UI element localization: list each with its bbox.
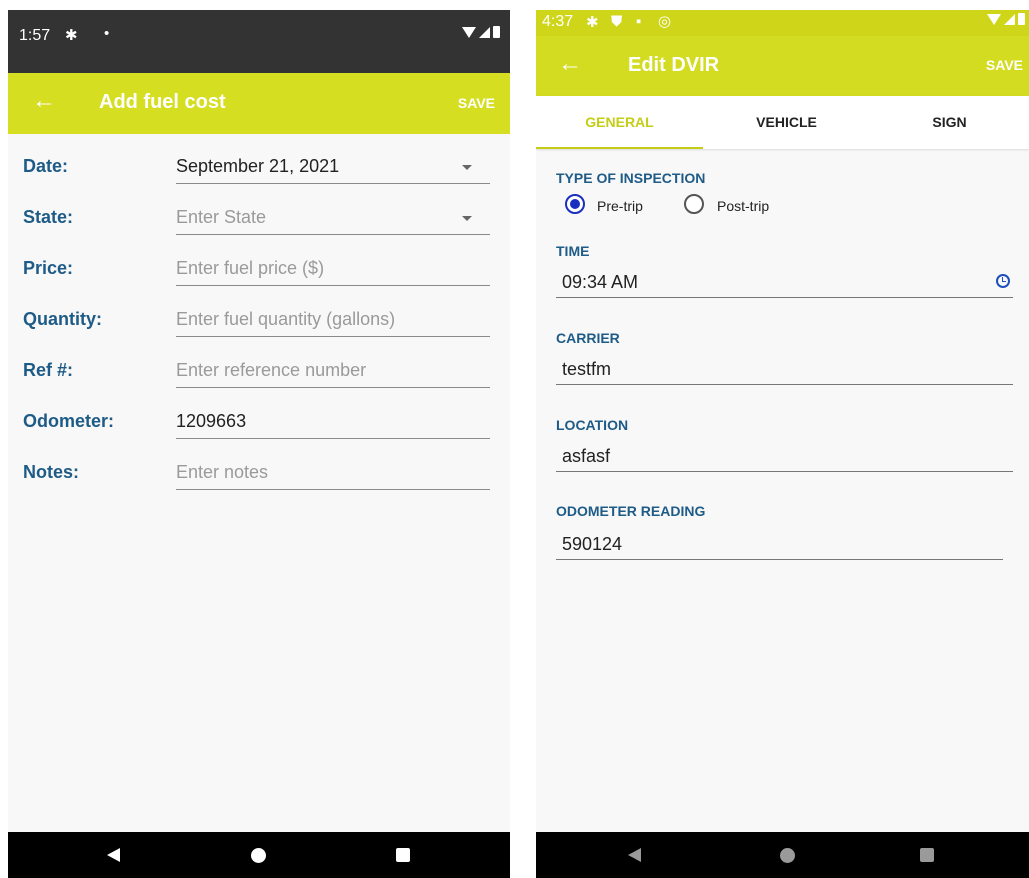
date-row: Date: September 21, 2021 <box>8 148 510 200</box>
state-dropdown[interactable]: Enter State <box>176 201 490 235</box>
signal-icon <box>479 26 490 38</box>
price-placeholder: Enter fuel price ($) <box>176 258 325 278</box>
notes-placeholder: Enter notes <box>176 462 269 482</box>
sd-card-icon: ▪ <box>636 13 642 30</box>
time-input[interactable]: 09:34 AM <box>556 268 1013 298</box>
odometer-input[interactable]: 1209663 <box>176 405 490 439</box>
pre-trip-label: Pre-trip <box>597 198 643 214</box>
status-time: 4:37 <box>542 13 574 30</box>
quantity-row: Quantity: Enter fuel quantity (gallons) <box>8 301 510 353</box>
state-label: State: <box>23 207 74 227</box>
post-trip-radio[interactable] <box>684 194 704 214</box>
system-nav-bar <box>8 832 510 878</box>
fuel-cost-screen: 1:57 ✱ • ← Add fuel cost SAVE Date: Sept… <box>8 10 510 878</box>
notes-label: Notes: <box>23 462 80 482</box>
carrier-input[interactable]: testfm <box>556 355 1013 385</box>
quantity-input[interactable]: Enter fuel quantity (gallons) <box>176 303 490 337</box>
app-bar: ← Add fuel cost SAVE <box>8 73 510 134</box>
odometer-reading-value: 590124 <box>562 534 623 554</box>
back-arrow-icon[interactable]: ← <box>32 87 56 115</box>
wifi-icon <box>987 13 1001 25</box>
inspection-type-label: TYPE OF INSPECTION <box>556 170 706 186</box>
price-input[interactable]: Enter fuel price ($) <box>176 252 490 286</box>
odometer-row: Odometer: 1209663 <box>8 403 510 455</box>
price-row: Price: Enter fuel price ($) <box>8 250 510 302</box>
carrier-label: CARRIER <box>556 330 620 346</box>
location-input[interactable]: asfasf <box>556 442 1013 472</box>
page-title: Edit DVIR <box>628 54 720 76</box>
wifi-icon <box>462 26 476 38</box>
location-value: asfasf <box>562 446 611 466</box>
status-bar: 1:57 ✱ • <box>8 10 510 73</box>
quantity-label: Quantity: <box>23 309 102 329</box>
date-value: September 21, 2021 <box>176 156 340 176</box>
ref-label: Ref #: <box>23 360 74 380</box>
clock-icon[interactable] <box>996 274 1010 288</box>
ref-input[interactable]: Enter reference number <box>176 354 490 388</box>
notes-input[interactable]: Enter notes <box>176 456 490 490</box>
page-title: Add fuel cost <box>99 91 226 113</box>
status-time: 1:57 <box>19 27 51 44</box>
battery-icon <box>1018 13 1025 25</box>
notification-dot-icon: • <box>104 25 110 42</box>
tab-vehicle[interactable]: VEHICLE <box>703 96 870 149</box>
date-dropdown[interactable]: September 21, 2021 <box>176 150 490 184</box>
dropdown-arrow-icon <box>462 165 472 170</box>
settings-icon: ✱ <box>65 27 78 44</box>
quantity-placeholder: Enter fuel quantity (gallons) <box>176 309 396 329</box>
dropdown-arrow-icon <box>462 216 472 221</box>
post-trip-label: Post-trip <box>717 198 770 214</box>
pre-trip-radio[interactable] <box>565 194 585 214</box>
location-label: LOCATION <box>556 417 629 433</box>
carrier-value: testfm <box>562 359 612 379</box>
back-arrow-icon[interactable]: ← <box>558 50 582 78</box>
save-button[interactable]: SAVE <box>986 57 1023 73</box>
edit-dvir-screen: 4:37 ✱ ⛊ ▪ ◎ ← Edit DVIR SAVE GENERAL VE… <box>536 10 1029 878</box>
nav-recent-icon[interactable] <box>920 848 934 862</box>
date-label: Date: <box>23 156 69 176</box>
odometer-value: 1209663 <box>176 411 247 431</box>
notes-row: Notes: Enter notes <box>8 454 510 506</box>
time-value: 09:34 AM <box>562 272 639 292</box>
ref-row: Ref #: Enter reference number <box>8 352 510 404</box>
app-bar: ← Edit DVIR SAVE <box>536 36 1029 96</box>
state-placeholder: Enter State <box>176 207 267 227</box>
system-nav-bar <box>536 832 1029 878</box>
tab-sign[interactable]: SIGN <box>870 96 1029 149</box>
nav-home-icon[interactable] <box>251 848 266 863</box>
odometer-reading-label: ODOMETER READING <box>556 503 706 519</box>
status-bar: 4:37 ✱ ⛊ ▪ ◎ <box>536 10 1029 36</box>
save-button[interactable]: SAVE <box>458 95 495 111</box>
nav-recent-icon[interactable] <box>396 848 410 862</box>
signal-icon <box>1004 13 1015 25</box>
settings-icon: ✱ <box>586 14 599 31</box>
odometer-reading-input[interactable]: 590124 <box>556 530 1003 560</box>
price-label: Price: <box>23 258 74 278</box>
nav-back-icon[interactable] <box>107 848 120 862</box>
tab-general[interactable]: GENERAL <box>536 96 703 149</box>
sync-icon: ◎ <box>658 13 672 30</box>
nav-back-icon[interactable] <box>628 848 641 862</box>
tab-bar: GENERAL VEHICLE SIGN <box>536 96 1029 149</box>
nav-home-icon[interactable] <box>780 848 795 863</box>
ref-placeholder: Enter reference number <box>176 360 367 380</box>
shield-icon: ⛊ <box>611 13 623 30</box>
state-row: State: Enter State <box>8 199 510 251</box>
odometer-label: Odometer: <box>23 411 115 431</box>
time-label: TIME <box>556 243 590 259</box>
battery-icon <box>493 26 500 38</box>
